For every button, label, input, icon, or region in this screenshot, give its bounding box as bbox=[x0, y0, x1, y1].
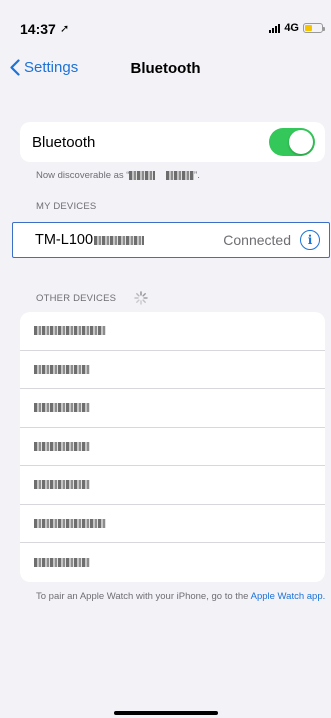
status-time: 14:37 bbox=[20, 21, 56, 37]
redacted-device-name bbox=[34, 557, 90, 567]
bluetooth-toggle[interactable] bbox=[269, 128, 315, 156]
network-label: 4G bbox=[284, 22, 299, 34]
redacted-name bbox=[166, 170, 195, 180]
redacted-name bbox=[129, 170, 156, 180]
loading-spinner-icon bbox=[134, 291, 148, 305]
other-device-row[interactable] bbox=[20, 351, 325, 389]
device-name: TM-L100 bbox=[35, 232, 145, 248]
apple-watch-note: To pair an Apple Watch with your iPhone,… bbox=[36, 591, 326, 603]
redacted-device-name bbox=[34, 364, 90, 374]
bluetooth-row: Bluetooth bbox=[20, 122, 325, 162]
other-device-row[interactable] bbox=[20, 428, 325, 466]
home-indicator[interactable] bbox=[114, 711, 218, 715]
discoverable-caption: Now discoverable as “ ”. bbox=[36, 170, 200, 181]
bluetooth-card: Bluetooth bbox=[20, 122, 325, 162]
my-device-row[interactable]: TM-L100 Connected i bbox=[12, 222, 330, 258]
redacted-device-name bbox=[34, 480, 90, 490]
footer-note-text: To pair an Apple Watch with your iPhone,… bbox=[36, 591, 249, 602]
other-device-row[interactable] bbox=[20, 505, 325, 543]
redacted-device-name bbox=[34, 403, 90, 413]
discoverable-suffix: ”. bbox=[194, 170, 200, 181]
other-device-row[interactable] bbox=[20, 389, 325, 428]
page-title: Bluetooth bbox=[130, 60, 201, 77]
other-device-row[interactable] bbox=[20, 543, 325, 582]
status-indicators: 4G bbox=[269, 22, 325, 34]
status-bar: 14:37 ➚ 4G bbox=[0, 0, 331, 40]
device-name-text: TM-L100 bbox=[35, 232, 94, 248]
location-arrow-icon: ➚ bbox=[60, 23, 70, 35]
other-device-row[interactable] bbox=[20, 466, 325, 505]
apple-watch-app-link[interactable]: Apple Watch app. bbox=[251, 591, 326, 602]
info-icon[interactable]: i bbox=[300, 230, 320, 250]
toggle-knob bbox=[289, 130, 313, 154]
other-device-row[interactable] bbox=[20, 312, 325, 351]
other-devices-header: OTHER DEVICES bbox=[36, 293, 117, 304]
battery-icon bbox=[303, 23, 325, 33]
redacted-device-name bbox=[34, 518, 106, 528]
connection-status: Connected bbox=[223, 232, 291, 248]
other-devices-list bbox=[20, 312, 325, 582]
navigation-bar: Settings Bluetooth bbox=[0, 55, 331, 89]
bluetooth-label: Bluetooth bbox=[32, 133, 96, 151]
redacted-serial bbox=[94, 235, 145, 245]
my-devices-header: MY DEVICES bbox=[36, 201, 97, 212]
discoverable-text: Now discoverable as “ bbox=[36, 170, 130, 181]
redacted-device-name bbox=[34, 441, 90, 451]
redacted-device-name bbox=[34, 326, 106, 336]
signal-icon bbox=[269, 23, 281, 33]
